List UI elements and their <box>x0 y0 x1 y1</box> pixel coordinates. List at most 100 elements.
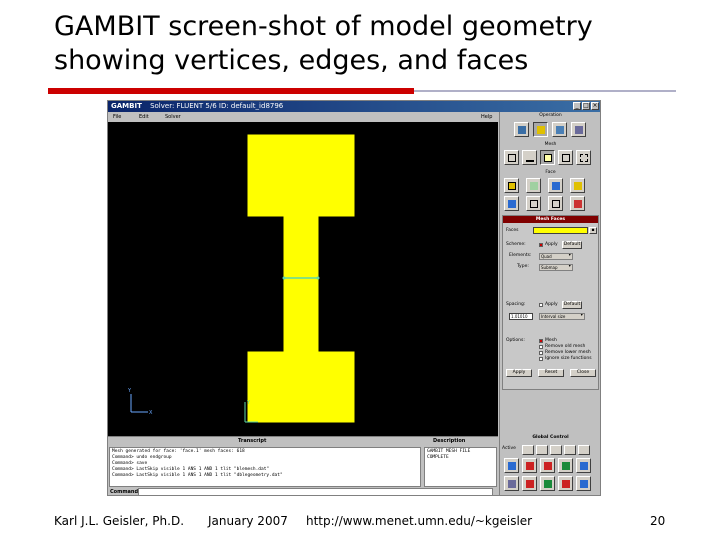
smooth-faces-button[interactable] <box>504 196 519 211</box>
options-label: Options: <box>506 338 525 343</box>
geometry-tool-button[interactable] <box>514 122 529 137</box>
render-model-button[interactable] <box>576 458 591 473</box>
active-view-3[interactable] <box>550 445 562 455</box>
close-icon[interactable]: × <box>591 102 599 110</box>
mesh-faces-form: Mesh Faces Faces ▪ Scheme: Apply Default… <box>502 215 599 390</box>
title-rule-red <box>48 88 414 94</box>
faces-field[interactable] <box>533 227 588 234</box>
scheme-apply-label: Apply <box>545 242 558 247</box>
gambit-app-name: GAMBIT <box>111 102 142 110</box>
option-remove-checkbox[interactable] <box>539 345 543 349</box>
menu-edit[interactable]: Edit <box>139 112 149 122</box>
active-view-1[interactable] <box>522 445 534 455</box>
delete-faces-button[interactable] <box>570 196 585 211</box>
active-view-4[interactable] <box>564 445 576 455</box>
vertex-type-icon <box>552 182 560 190</box>
spacing-apply-checkbox[interactable] <box>539 303 543 307</box>
active-view-2[interactable] <box>536 445 548 455</box>
apply-button[interactable]: Apply <box>506 369 532 377</box>
mesh-icon <box>537 126 545 134</box>
check-icon <box>552 200 560 208</box>
option-lower-checkbox[interactable] <box>539 351 543 355</box>
type-dropdown[interactable]: Submap <box>539 264 573 271</box>
orient-model-button[interactable] <box>540 458 555 473</box>
describe-button[interactable] <box>576 476 591 491</box>
link-icon <box>530 182 538 190</box>
spacing-type-dropdown[interactable]: Interval size <box>539 313 585 320</box>
active-view-5[interactable] <box>578 445 590 455</box>
link-faces-button[interactable] <box>526 178 541 193</box>
reset-button[interactable]: Reset <box>538 369 564 377</box>
scheme-default-button[interactable]: Default <box>562 241 582 249</box>
orient-icon <box>544 462 552 470</box>
mesh-label: Mesh <box>544 142 557 147</box>
select-pivot-button[interactable] <box>522 458 537 473</box>
description-pane[interactable]: GAMBIT MESH FILE COMPLETE <box>424 447 497 487</box>
axis-y-label: Y <box>127 388 132 394</box>
modify-icon <box>530 200 538 208</box>
face-type-icon <box>574 182 582 190</box>
edge-mesh-button[interactable] <box>522 150 537 165</box>
footer-url[interactable]: http://www.menet.umn.edu/~kgeisler <box>306 514 532 528</box>
menu-file[interactable]: File <box>113 112 121 122</box>
footer-author: Karl J.L. Geisler, Ph.D. <box>54 514 185 528</box>
spacing-apply-label: Apply <box>545 302 558 307</box>
geometry-canvas: Y X Y <box>127 134 355 423</box>
group-mesh-button[interactable] <box>576 150 591 165</box>
window-controls: _ □ × <box>573 102 599 110</box>
transcript-pane[interactable]: Mesh generated for face: 'face.1' mesh f… <box>109 447 421 487</box>
global-control-label: Global Control <box>532 435 569 440</box>
tools-tool-button[interactable] <box>571 122 586 137</box>
type-label: Type: <box>517 264 529 269</box>
gambit-window: GAMBIT Solver: FLUENT 5/6 ID: default_id… <box>107 100 601 496</box>
specify-color-button[interactable] <box>504 476 519 491</box>
scheme-apply-checkbox[interactable] <box>539 243 543 247</box>
menu-solver[interactable]: Solver <box>165 112 181 122</box>
option-mesh-checkbox[interactable] <box>539 339 543 343</box>
description-line: COMPLETE <box>427 455 449 460</box>
face-mesh-button[interactable] <box>540 150 555 165</box>
minimize-icon[interactable]: _ <box>573 102 581 110</box>
axis-x-label: X <box>149 410 153 416</box>
edge-icon <box>526 154 534 162</box>
set-vertex-type-button[interactable] <box>548 178 563 193</box>
global-axes-icon: Y X <box>127 388 153 416</box>
zones-icon <box>556 126 564 134</box>
fit-icon <box>508 462 516 470</box>
boundary-layer-button[interactable] <box>504 150 519 165</box>
control-panel: Operation Mesh Face Mesh Faces Faces ▪ S… <box>499 112 600 495</box>
scheme-label: Scheme: <box>506 242 526 247</box>
description-label: Description <box>433 438 466 444</box>
examine-icon <box>526 480 534 488</box>
menu-help[interactable]: Help <box>481 112 492 122</box>
spacing-field[interactable]: 1.01010 <box>509 313 533 320</box>
page-number: 20 <box>650 514 666 528</box>
check-faces-button[interactable] <box>548 196 563 211</box>
face-label: Face <box>545 170 556 175</box>
operate-view-button[interactable] <box>558 458 573 473</box>
maximize-icon[interactable]: □ <box>582 102 590 110</box>
display-attributes-button[interactable] <box>540 476 555 491</box>
set-face-type-button[interactable] <box>570 178 585 193</box>
volume-icon <box>562 154 570 162</box>
command-input[interactable] <box>138 488 493 495</box>
elements-dropdown[interactable]: Quad <box>539 253 573 260</box>
mesh-tool-button[interactable] <box>533 122 548 137</box>
face-icon <box>544 154 552 162</box>
geometry-icon <box>518 126 526 134</box>
volume-mesh-button[interactable] <box>558 150 573 165</box>
zones-tool-button[interactable] <box>552 122 567 137</box>
footer-date: January 2007 <box>208 514 288 528</box>
spacing-default-button[interactable]: Default <box>562 301 582 309</box>
close-button[interactable]: Close <box>570 369 596 377</box>
spacing-label: Spacing: <box>506 302 526 307</box>
mesh-faces-button[interactable] <box>504 178 519 193</box>
undo-button[interactable] <box>558 476 573 491</box>
fit-to-window-button[interactable] <box>504 458 519 473</box>
vertex <box>282 276 286 280</box>
graphics-viewport[interactable]: Y X Y <box>108 122 498 436</box>
examine-mesh-button[interactable] <box>522 476 537 491</box>
modify-faces-button[interactable] <box>526 196 541 211</box>
faces-picker-button[interactable]: ▪ <box>589 227 597 234</box>
option-ignore-checkbox[interactable] <box>539 357 543 361</box>
